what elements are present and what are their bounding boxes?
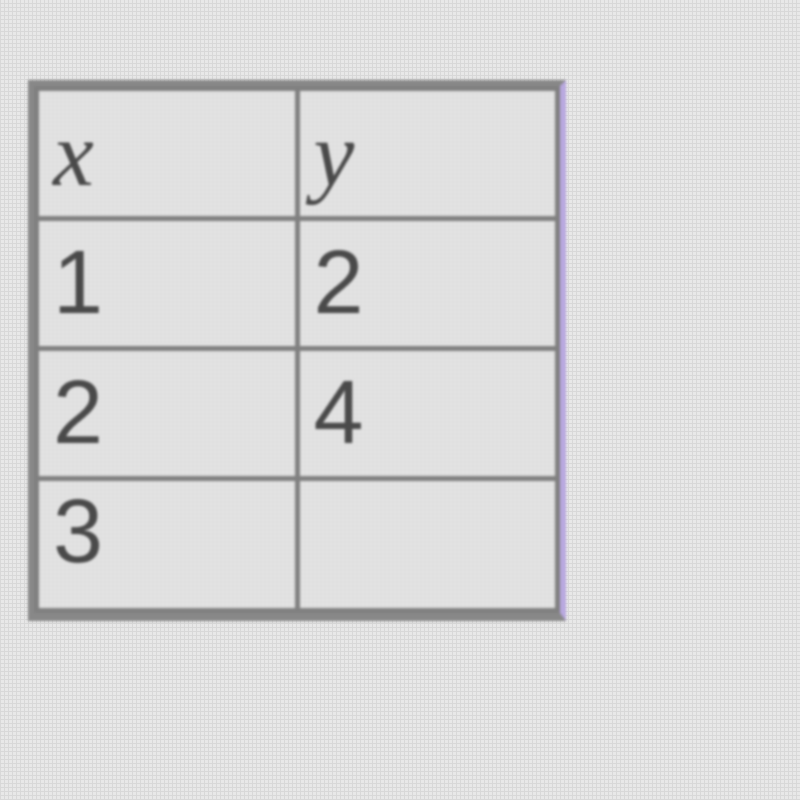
data-table-container: x y 1 2 2 4 3 xyxy=(28,80,566,621)
header-y: y xyxy=(297,89,558,219)
table-header-row: x y xyxy=(37,89,558,219)
cell-x-3: 3 xyxy=(37,479,298,611)
cell-y-1: 2 xyxy=(297,219,558,349)
table-row: 1 2 xyxy=(37,219,558,349)
cell-y-3 xyxy=(297,479,558,611)
cell-x-1: 1 xyxy=(37,219,298,349)
cell-y-2: 4 xyxy=(297,349,558,479)
header-x: x xyxy=(37,89,298,219)
data-table: x y 1 2 2 4 3 xyxy=(34,86,560,613)
table-row: 2 4 xyxy=(37,349,558,479)
table-row: 3 xyxy=(37,479,558,611)
cell-x-2: 2 xyxy=(37,349,298,479)
